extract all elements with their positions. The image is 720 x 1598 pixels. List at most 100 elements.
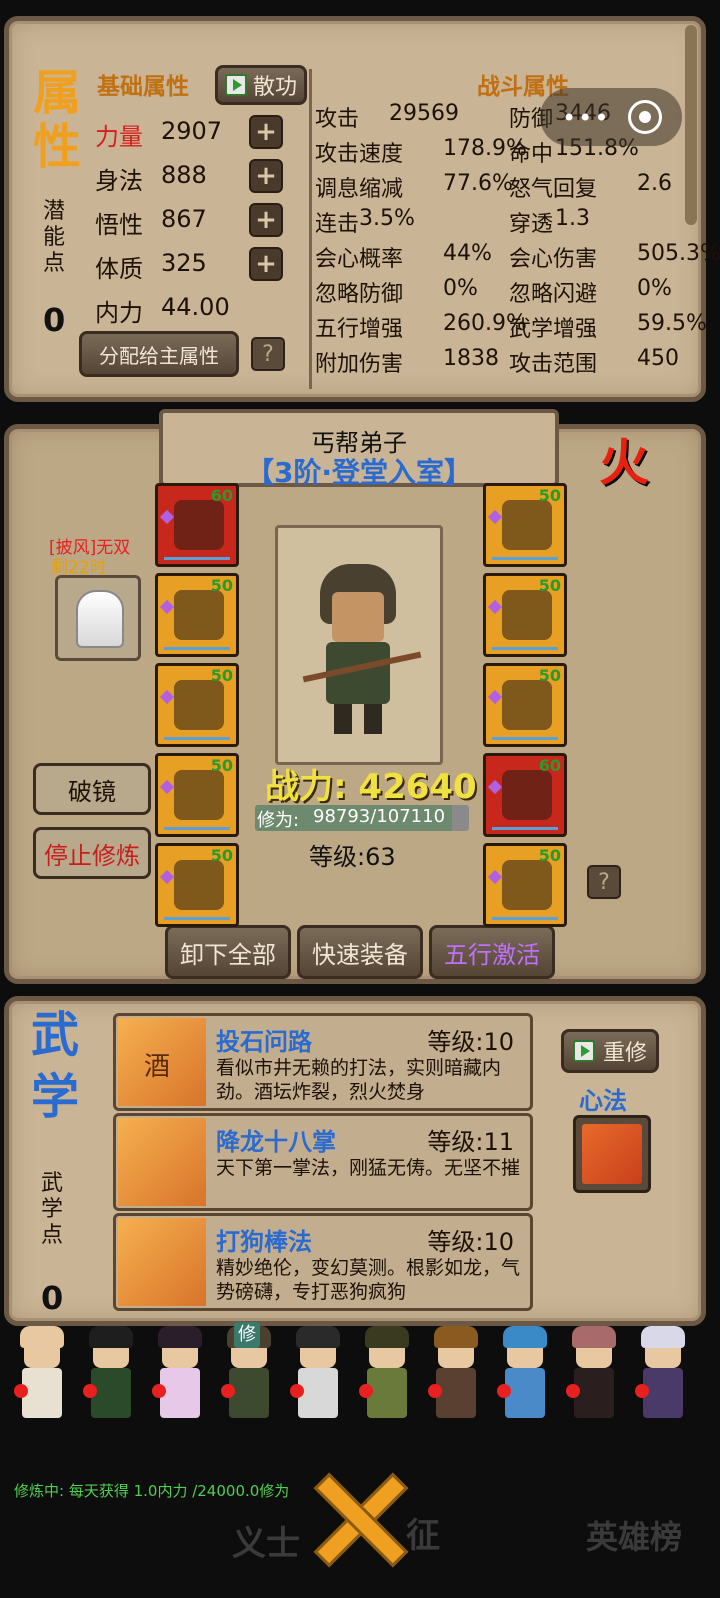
equipment-slot[interactable]: 50	[483, 843, 567, 927]
martial-points-label: 武 学 点	[40, 1171, 63, 1248]
stat-value: 325	[161, 249, 207, 277]
stop-training-button[interactable]: 停止修炼	[33, 827, 151, 879]
hero-avatar[interactable]	[288, 1326, 346, 1430]
hero-indicator-icon	[428, 1384, 442, 1398]
combat-power: 战力: 42640	[265, 767, 477, 807]
training-badge: 修	[234, 1322, 260, 1348]
heart-method-label: 心法	[579, 1087, 627, 1115]
hero-avatar[interactable]	[564, 1326, 622, 1430]
retrain-button[interactable]: 重修	[561, 1029, 659, 1073]
slot-durability-bar	[492, 647, 558, 650]
slot-level: 60	[538, 756, 561, 775]
disperse-button[interactable]: 散功	[215, 65, 307, 105]
hero-avatar[interactable]	[12, 1326, 70, 1430]
ring-icon	[502, 680, 552, 730]
skill-description: 天下第一掌法，刚猛无俦。无坚不摧	[216, 1157, 521, 1179]
play-icon	[224, 74, 247, 96]
skill-level: 等级:10	[427, 1028, 514, 1056]
combat-stat-value: 0%	[443, 276, 478, 301]
close-icon[interactable]	[310, 1470, 410, 1570]
add-stat-button[interactable]: +	[249, 115, 283, 149]
hero-indicator-icon	[359, 1384, 373, 1398]
combat-stat-value: 0%	[637, 276, 672, 301]
combat-stat-label: 穿透	[509, 212, 554, 237]
equipment-slot[interactable]: 50	[155, 843, 239, 927]
equipment-slot[interactable]: 50	[483, 573, 567, 657]
slot-durability-bar	[164, 827, 230, 830]
combat-stat-label: 忽略防御	[315, 282, 404, 307]
stat-label: 悟性	[95, 211, 143, 239]
gem-icon	[487, 779, 503, 795]
panel-divider	[309, 69, 312, 389]
hero-avatar[interactable]	[633, 1326, 691, 1430]
portrait-frame	[275, 525, 443, 765]
quick-equip-button[interactable]: 快速装备	[297, 925, 423, 979]
miniprogram-capsule[interactable]: •••	[540, 88, 682, 146]
assign-to-main-button[interactable]: 分配给主属性	[79, 331, 239, 377]
nav-expedition[interactable]: 征	[406, 1508, 440, 1557]
slot-level: 50	[210, 846, 233, 865]
combat-stat-label: 五行增强	[315, 317, 404, 342]
attributes-help-icon[interactable]: ?	[251, 337, 285, 371]
hero-avatar[interactable]	[357, 1326, 415, 1430]
combat-stat-value: 1838	[443, 346, 499, 371]
combat-stat-label: 会心概率	[315, 247, 404, 272]
base-attributes-title: 基础属性	[97, 74, 189, 100]
equipment-slot[interactable]: 60	[483, 753, 567, 837]
skill-card[interactable]: 酒投石问路 等级:10 看似市井无赖的打法，实则暗藏内劲。酒坛炸裂，烈火焚身	[113, 1013, 533, 1111]
skill-description: 看似市井无赖的打法，实则暗藏内劲。酒坛炸裂，烈火焚身	[216, 1057, 502, 1103]
hero-avatar[interactable]	[81, 1326, 139, 1430]
equipment-slot[interactable]: 50	[483, 483, 567, 567]
nav-heroes[interactable]: 义士	[232, 1516, 300, 1565]
slot-durability-bar	[492, 557, 558, 560]
gem-icon	[159, 779, 175, 795]
cape-slot[interactable]	[55, 575, 141, 661]
hero-avatar[interactable]	[426, 1326, 484, 1430]
unequip-all-button[interactable]: 卸下全部	[165, 925, 291, 979]
add-stat-button[interactable]: +	[249, 159, 283, 193]
training-status: 修炼中: 每天获得 1.0内力 /24000.0修为	[14, 1482, 290, 1500]
breakthrough-button[interactable]: 破镜	[33, 763, 151, 815]
skill-card[interactable]: 降龙十八掌 等级:11 天下第一掌法，刚猛无俦。无坚不摧	[113, 1113, 533, 1211]
character-panel: 丐帮弟子 【3阶·登堂入室】 火 [披风]无双 剩22时 破镜 停止修炼 战力:…	[4, 409, 706, 984]
martial-title-1: 武	[31, 1007, 80, 1063]
gem-icon	[159, 689, 175, 705]
slot-level: 50	[538, 666, 561, 685]
bracers-icon	[502, 590, 552, 640]
add-stat-button[interactable]: +	[249, 203, 283, 237]
equipment-slot[interactable]: 50	[155, 753, 239, 837]
cultivation-value: 98793/107110	[313, 806, 446, 827]
more-dots-icon[interactable]: •••	[562, 104, 610, 132]
amulet-icon	[502, 500, 552, 550]
hero-avatar[interactable]	[150, 1326, 208, 1430]
combat-stat-label: 攻击速度	[315, 142, 404, 167]
combat-stat-label: 调息缩减	[315, 177, 404, 202]
close-target-icon[interactable]	[628, 100, 662, 134]
hero-indicator-icon	[83, 1384, 97, 1398]
stat-label: 身法	[95, 167, 143, 195]
combat-stat-value: 450	[637, 346, 679, 371]
equipment-slot[interactable]: 60	[155, 483, 239, 567]
equipment-slot[interactable]: 50	[483, 663, 567, 747]
scrollbar[interactable]	[685, 25, 697, 225]
hero-avatar[interactable]	[495, 1326, 553, 1430]
heart-method-slot[interactable]	[573, 1115, 651, 1193]
character-level: 等级:63	[309, 843, 396, 871]
five-elements-button[interactable]: 五行激活	[429, 925, 555, 979]
equipment-help-icon[interactable]: ?	[587, 865, 621, 899]
equipment-slot[interactable]: 50	[155, 663, 239, 747]
slot-level: 60	[210, 486, 233, 505]
equipment-slot[interactable]: 50	[155, 573, 239, 657]
nav-leaderboard[interactable]: 英雄榜	[586, 1512, 682, 1558]
slot-durability-bar	[164, 557, 230, 560]
skill-card[interactable]: 打狗棒法 等级:10 精妙绝伦，变幻莫测。根影如龙，气势磅礴，专打恶狗疯狗	[113, 1213, 533, 1311]
combat-stat-label: 怒气回复	[509, 177, 598, 202]
skill-name: 降龙十八掌	[216, 1128, 336, 1156]
character-sprite	[302, 564, 422, 734]
add-stat-button[interactable]: +	[249, 247, 283, 281]
cape-icon	[76, 590, 124, 648]
combat-stat-value: 1.3	[555, 206, 590, 231]
skill-icon	[118, 1218, 206, 1306]
slot-durability-bar	[164, 737, 230, 740]
martial-panel: 武 学 武 学 点 0 重修 心法 酒投石问路 等级:10 看似市井无赖的打法，实则…	[4, 996, 706, 1326]
